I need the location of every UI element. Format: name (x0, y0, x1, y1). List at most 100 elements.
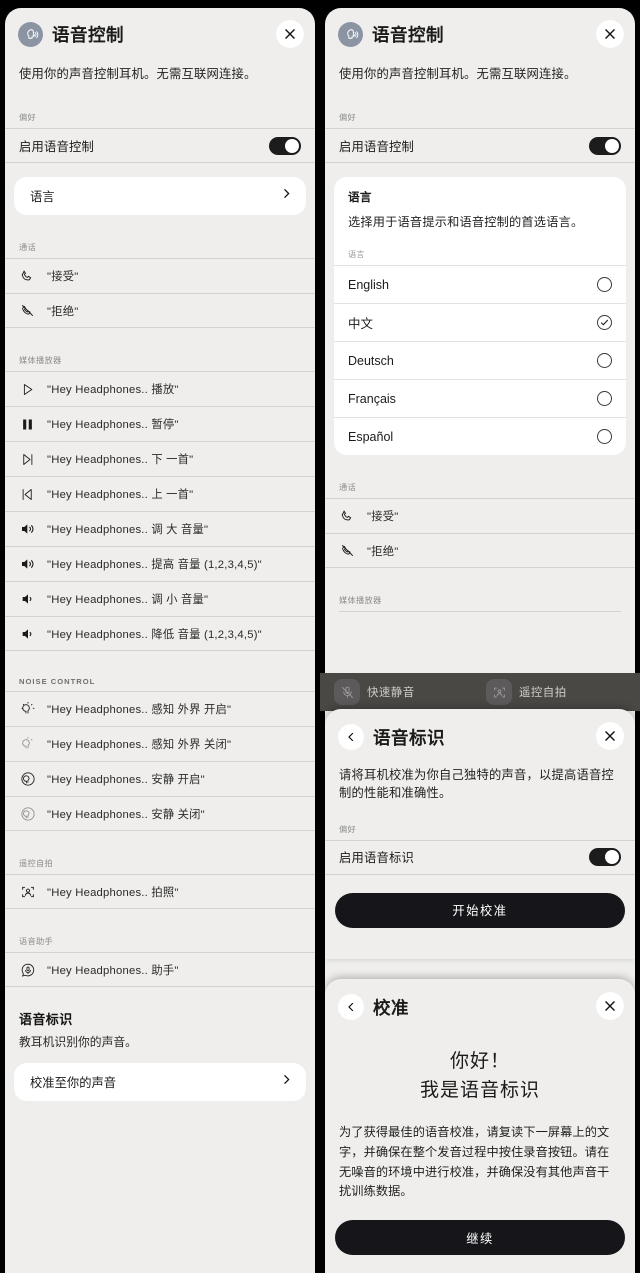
enable-voice-control-toggle[interactable] (589, 136, 621, 155)
command-row[interactable]: "Hey Headphones.. 降低 音量 (1,2,3,4,5)" (5, 616, 315, 652)
next-track-icon (19, 452, 36, 467)
command-row[interactable]: "Hey Headphones.. 下 一首" (5, 441, 315, 476)
command-row[interactable]: "Hey Headphones.. 安静 开启" (5, 761, 315, 796)
command-label: "Hey Headphones.. 助手" (47, 964, 179, 977)
enable-voice-id-row[interactable]: 启用语音标识 (325, 839, 635, 875)
command-row[interactable]: "Hey Headphones.. 暂停" (5, 406, 315, 441)
right-panel: 语音控制 使用你的声音控制耳机。无需互联网连接。 偏好 启用语音控制 语言 选择… (320, 0, 640, 1273)
enable-voice-control-label: 启用语音控制 (339, 139, 414, 154)
enable-voice-id-toggle[interactable] (589, 848, 621, 867)
command-label: "Hey Headphones.. 暂停" (47, 419, 179, 432)
command-label: "Hey Headphones.. 调 大 音量" (47, 524, 209, 537)
command-row[interactable]: "Hey Headphones.. 调 大 音量" (5, 511, 315, 546)
media-label: 媒体播放器 (339, 596, 382, 606)
radio-selected-icon[interactable] (597, 315, 612, 331)
radio-unselected-icon[interactable] (597, 391, 612, 407)
command-row[interactable]: "接受" (5, 258, 315, 293)
language-option-spanish[interactable]: Español (334, 417, 626, 455)
calibration-body-text: 为了获得最佳的语音校准，请复读下一屏幕上的文字，并确保在整个发音过程中按住录音按… (339, 1125, 610, 1199)
language-option-french[interactable]: Français (334, 379, 626, 417)
close-button[interactable] (596, 992, 624, 1020)
enable-voice-control-toggle[interactable] (269, 136, 301, 155)
calls-label: 通话 (19, 243, 36, 253)
command-row[interactable]: "Hey Headphones.. 调 小 音量" (5, 581, 315, 616)
enable-voice-control-row[interactable]: 启用语音控制 (325, 128, 635, 164)
command-row[interactable]: "Hey Headphones.. 提高 音量 (1,2,3,4,5)" (5, 546, 315, 581)
command-label: "Hey Headphones.. 提高 音量 (1,2,3,4,5)" (47, 559, 262, 572)
close-button[interactable] (276, 20, 304, 48)
command-row[interactable]: "接受" (325, 498, 635, 533)
command-label: "Hey Headphones.. 下 一首" (47, 454, 194, 467)
command-label: "Hey Headphones.. 上 一首" (47, 489, 194, 502)
command-label: "Hey Headphones.. 安静 开启" (47, 774, 205, 787)
command-row[interactable]: "Hey Headphones.. 播放" (5, 371, 315, 406)
divider (339, 611, 621, 613)
assistant-mic-icon (19, 962, 36, 978)
radio-unselected-icon[interactable] (597, 277, 612, 293)
screenshot-stage: 语音控制 使用你的声音控制耳机。无需互联网连接。 偏好 启用语音控制 语言 通话… (0, 0, 640, 1273)
command-row[interactable]: "Hey Headphones.. 安静 关闭" (5, 796, 315, 832)
command-label: "接受" (47, 271, 79, 284)
preferences-section-left: 偏好 启用语音控制 (5, 111, 315, 164)
radio-unselected-icon[interactable] (597, 429, 612, 445)
calibration-sheet: 校准 你好！ 我是语音标识 为了获得最佳的语音校准，请复读下一屏幕上的文字，并确… (325, 979, 635, 1273)
radio-unselected-icon[interactable] (597, 353, 612, 369)
greeting-line-2: 我是语音标识 (419, 1079, 540, 1101)
command-label: "Hey Headphones.. 拍照" (47, 886, 179, 899)
voice-control-icon (338, 22, 363, 47)
backdrop-tile-selfie-remote: 遥控自拍 (486, 679, 626, 705)
volume-up-icon (19, 556, 36, 572)
sheet-subtitle: 使用你的声音控制耳机。无需互联网连接。 (339, 67, 577, 81)
backdrop-tile-label: 快速静音 (367, 687, 415, 699)
command-row[interactable]: "Hey Headphones.. 助手" (5, 952, 315, 988)
language-option-english[interactable]: English (334, 265, 626, 303)
command-label: "拒绝" (367, 545, 399, 558)
sheet-header-right: 语音控制 (325, 8, 635, 53)
mic-mute-icon (334, 679, 360, 705)
calibration-sheet-header: 校准 (325, 979, 635, 1026)
command-label: "接受" (367, 511, 399, 524)
voice-id-preferences-section: 偏好 启用语音标识 (325, 823, 635, 875)
back-button[interactable] (338, 994, 364, 1020)
language-nav-card[interactable]: 语言 (14, 177, 306, 216)
preferences-section-right: 偏好 启用语音控制 (325, 111, 635, 164)
start-calibration-button[interactable]: 开始校准 (335, 892, 625, 928)
command-label: "Hey Headphones.. 感知 外界 关闭" (47, 739, 232, 752)
language-option-label: 中文 (348, 317, 374, 332)
voice-id-sheet: 语音标识 请将耳机校准为你自己独特的声音，以提高语音控制的性能和准确性。 偏好 … (325, 709, 635, 959)
command-row[interactable]: "Hey Headphones.. 拍照" (5, 874, 315, 910)
language-option-label: Deutsch (348, 353, 394, 368)
play-icon (19, 382, 36, 397)
command-row[interactable]: "Hey Headphones.. 上 一首" (5, 476, 315, 511)
volume-up-icon (19, 521, 36, 537)
volume-down-icon (19, 591, 36, 607)
phone-icon (339, 509, 356, 524)
preferences-label: 偏好 (19, 113, 36, 123)
close-button[interactable] (596, 722, 624, 750)
selfie-remote-icon (486, 679, 512, 705)
language-option-chinese[interactable]: 中文 (334, 303, 626, 341)
voice-id-sheet-desc: 请将耳机校准为你自己独特的声音，以提高语音控制的性能和准确性。 (339, 768, 614, 801)
prev-track-icon (19, 487, 36, 502)
command-row[interactable]: "拒绝" (5, 293, 315, 329)
voice-id-sheet-header: 语音标识 (325, 709, 635, 756)
language-card-header: 语言 选择用于语音提示和语音控制的首选语言。 (334, 177, 626, 234)
command-label: "Hey Headphones.. 降低 音量 (1,2,3,4,5)" (47, 628, 262, 641)
language-option-german[interactable]: Deutsch (334, 341, 626, 379)
command-row[interactable]: "Hey Headphones.. 感知 外界 开启" (5, 691, 315, 726)
backdrop-tile-label: 遥控自拍 (519, 687, 567, 699)
voice-id-desc: 教耳机识别你的声音。 (19, 1035, 137, 1050)
continue-button[interactable]: 继续 (335, 1220, 625, 1256)
command-row[interactable]: "Hey Headphones.. 感知 外界 关闭" (5, 726, 315, 761)
chevron-right-icon (280, 187, 293, 205)
command-row[interactable]: "拒绝" (325, 533, 635, 569)
preferences-label: 偏好 (339, 113, 356, 123)
enable-voice-control-row[interactable]: 启用语音控制 (5, 128, 315, 164)
voice-id-title: 语音标识 (19, 1012, 73, 1028)
phone-slash-icon (19, 303, 36, 318)
sheet-subtitle: 使用你的声音控制耳机。无需互联网连接。 (19, 67, 257, 81)
calibrate-nav-card[interactable]: 校准至你的声音 (14, 1063, 306, 1102)
back-button[interactable] (338, 724, 364, 750)
close-button[interactable] (596, 20, 624, 48)
command-label: "Hey Headphones.. 安静 关闭" (47, 808, 205, 821)
